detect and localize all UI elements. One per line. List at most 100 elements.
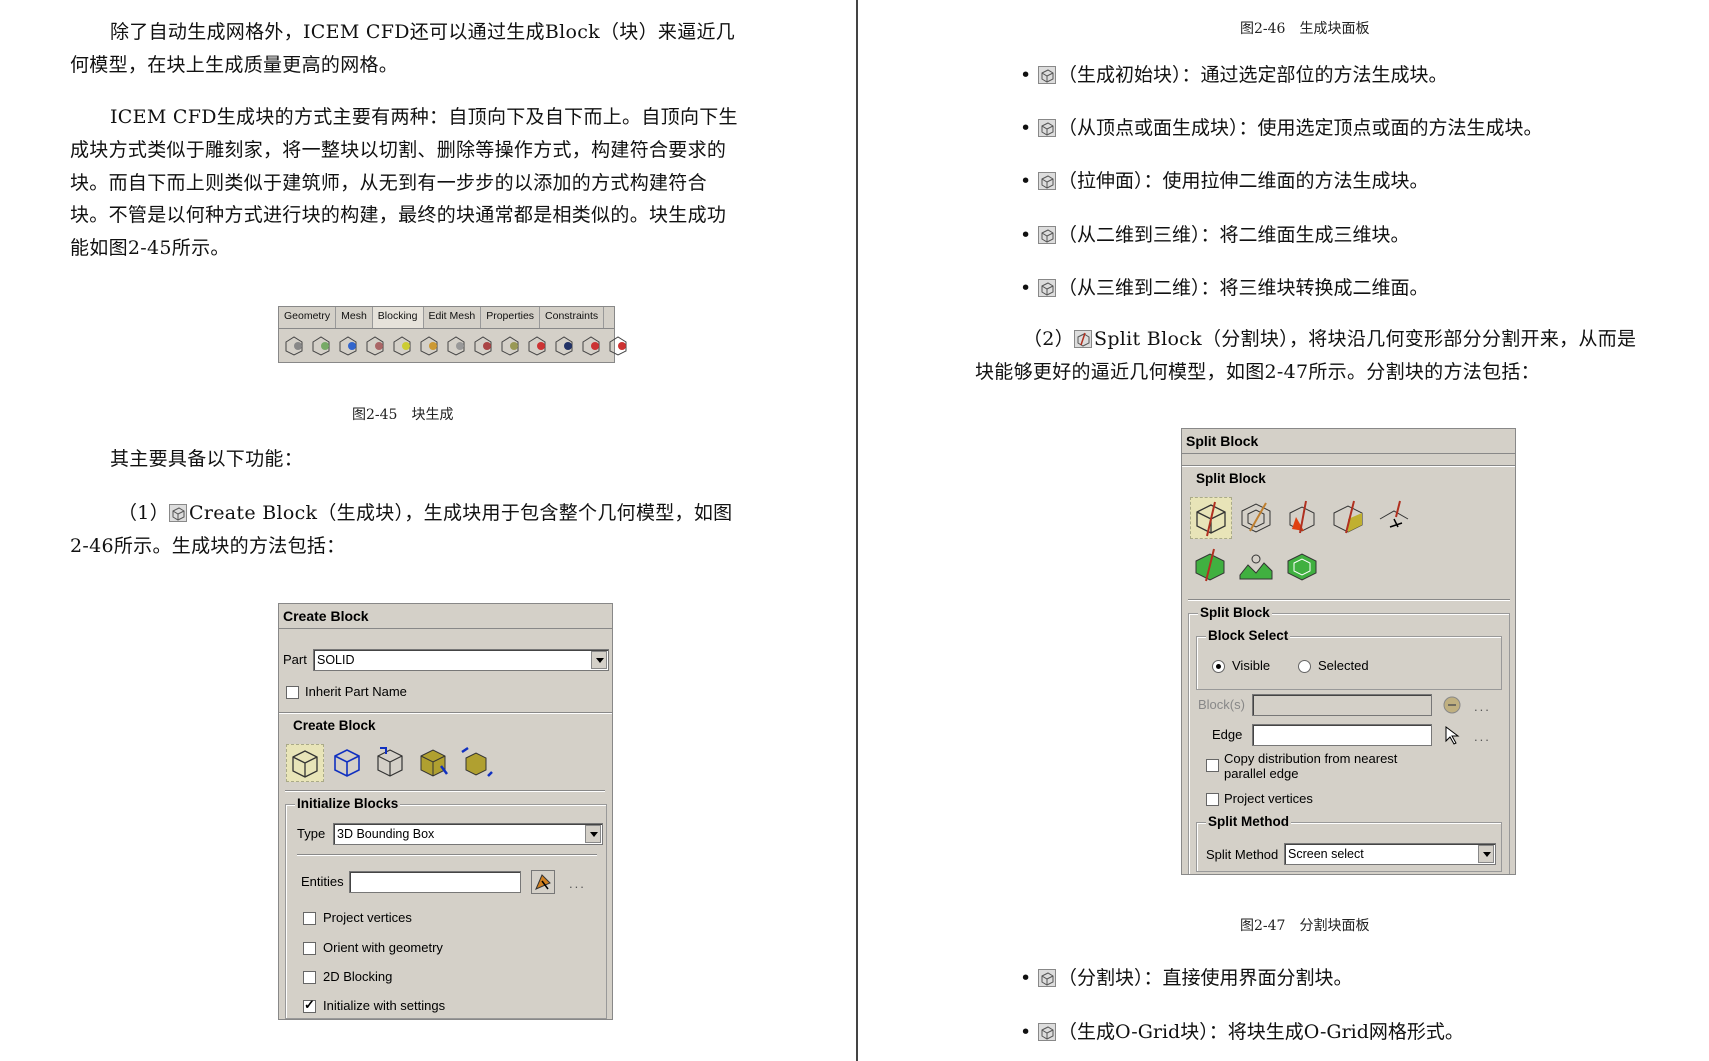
bullet-dot: •: [1020, 64, 1032, 86]
split-method-select[interactable]: Screen select: [1284, 843, 1496, 865]
tab-constraints[interactable]: Constraints: [540, 307, 605, 328]
list-item: • （从二维到三维）：将二维面生成三维块。: [1020, 221, 1410, 249]
project-vertices-label: Project vertices: [1224, 791, 1313, 806]
split-block-panel: Split Block Split Block Split Block Bloc…: [1181, 428, 1516, 875]
paragraph-methods: ICEM CFD生成块的方式主要有两种：自顶向下及自下而上。自顶向下生成块方式类…: [70, 106, 738, 260]
paragraph-create-block: （1） Create Block（生成块），生成块用于包含整个几何模型，如图2-4…: [70, 497, 745, 562]
tab-mesh[interactable]: Mesh: [336, 307, 373, 328]
blocks-input: [1252, 694, 1432, 716]
select-entities-icon[interactable]: [531, 870, 555, 894]
ogrid-edges-button[interactable]: [1236, 545, 1278, 587]
tab-geometry[interactable]: Geometry: [279, 307, 337, 328]
2d-blocking-label: 2D Blocking: [323, 969, 393, 984]
copy-distribution-label: Copy distribution from nearest parallel …: [1224, 751, 1398, 781]
create-block-group-title: Create Block: [291, 718, 378, 733]
transform-icon[interactable]: [444, 332, 468, 358]
init-settings-checkbox[interactable]: [303, 997, 316, 1013]
part-label: Part: [283, 652, 307, 667]
ogrid-green-button[interactable]: [1190, 545, 1232, 587]
inherit-part-checkbox[interactable]: [286, 686, 299, 699]
select-blocks-icon[interactable]: [1440, 693, 1464, 717]
pre-mesh-icon[interactable]: [552, 332, 576, 358]
more-options[interactable]: ...: [1474, 729, 1491, 744]
edit-block-icon[interactable]: [363, 332, 387, 358]
bullet-text: （生成初始块）：通过选定部位的方法生成块。: [1058, 64, 1448, 86]
extend-split-button[interactable]: [1282, 497, 1324, 539]
premesh-params-icon[interactable]: [498, 332, 522, 358]
paragraph-functions: 其主要具备以下功能：: [110, 448, 304, 470]
chevron-down-icon[interactable]: [591, 651, 607, 669]
edge-label: Edge: [1212, 727, 1243, 742]
init-settings-label: Initialize with settings: [323, 998, 446, 1013]
bullet-dot: •: [1020, 967, 1032, 989]
orient-geometry-checkbox[interactable]: [303, 942, 316, 955]
initialize-blocks-title: Initialize Blocks: [295, 796, 401, 811]
split-method-label: Split Method: [1206, 847, 1279, 862]
split-method-title: Split Method: [1206, 814, 1291, 829]
type-value: 3D Bounding Box: [337, 827, 435, 841]
edge-input[interactable]: [1252, 724, 1432, 746]
bullet-text: （从顶点或面生成块）：使用选定顶点或面的方法生成块。: [1058, 117, 1543, 139]
visible-label: Visible: [1232, 658, 1271, 673]
tab-blocking[interactable]: Blocking: [372, 307, 424, 328]
list-item: • （生成初始块）：通过选定部位的方法生成块。: [1020, 61, 1448, 89]
quality-icon[interactable]: [525, 332, 549, 358]
split-block-icon[interactable]: [309, 332, 333, 358]
split-free-face-button[interactable]: [1374, 497, 1416, 539]
split-face-button[interactable]: [1328, 497, 1370, 539]
create-block-panel: Create Block Part SOLID Inherit Part Nam…: [278, 603, 613, 1020]
copy-distribution-checkbox[interactable]: [1206, 759, 1219, 772]
part-select[interactable]: SOLID: [313, 649, 609, 671]
type-select[interactable]: 3D Bounding Box: [333, 823, 603, 845]
inherit-part-label: Inherit Part Name: [305, 684, 407, 699]
chevron-down-icon[interactable]: [1478, 845, 1494, 863]
separator: [297, 854, 597, 856]
separator: [279, 712, 612, 714]
chevron-down-icon[interactable]: [585, 825, 601, 843]
entities-input[interactable]: [349, 871, 521, 893]
delete-block-icon[interactable]: [606, 332, 630, 358]
visible-radio[interactable]: [1212, 660, 1225, 673]
move-vertex-icon[interactable]: [417, 332, 441, 358]
project-vertices-checkbox[interactable]: [303, 912, 316, 925]
page-divider: [856, 0, 858, 1061]
function-icon: [1038, 226, 1056, 244]
from-vertices-button[interactable]: [329, 744, 367, 782]
blocking-toolbar: Geometry Mesh Blocking Edit Mesh Properties C…: [278, 306, 627, 363]
bullet-text: （从三维到二维）：将三维块转换成二维面。: [1058, 277, 1429, 299]
tab-edit-mesh[interactable]: Edit Mesh: [424, 307, 482, 328]
list-item: • （从顶点或面生成块）：使用选定顶点或面的方法生成块。: [1020, 114, 1543, 142]
bullet-text: （生成O-Grid块）：将块生成O-Grid网格形式。: [1058, 1021, 1464, 1043]
3d-to-2d-button[interactable]: [458, 744, 496, 782]
vertex-icon[interactable]: [336, 332, 360, 358]
create-block-icon: [169, 504, 187, 522]
split-block-group-title: Split Block: [1194, 471, 1268, 486]
ogrid-face-button[interactable]: [1282, 545, 1324, 587]
split-block-button[interactable]: [1190, 497, 1232, 539]
check-blocks-icon[interactable]: [579, 332, 603, 358]
toolbar-tabs: Geometry Mesh Blocking Edit Mesh Properties C…: [279, 307, 614, 329]
bullet-dot: •: [1020, 224, 1032, 246]
more-options[interactable]: ...: [1474, 699, 1491, 714]
extrude-face-button[interactable]: [372, 744, 410, 782]
orient-geometry-label: Orient with geometry: [323, 940, 443, 955]
selected-radio[interactable]: [1298, 660, 1311, 673]
bullet-dot: •: [1020, 170, 1032, 192]
separator: [1182, 465, 1515, 467]
figure-caption-2-45: 图2-45 块生成: [352, 407, 454, 423]
figure-caption-2-47: 图2-47 分割块面板: [1240, 918, 1370, 934]
more-options[interactable]: ...: [569, 876, 586, 891]
project-vertices-label: Project vertices: [323, 910, 412, 925]
initialize-block-button[interactable]: [286, 744, 324, 782]
2d-blocking-checkbox[interactable]: [303, 971, 316, 984]
create-block-icon[interactable]: [282, 332, 306, 358]
select-edge-icon[interactable]: [1440, 723, 1464, 747]
tab-properties[interactable]: Properties: [481, 307, 541, 328]
associate-icon[interactable]: [390, 332, 414, 358]
split-method-value: Screen select: [1288, 847, 1364, 861]
ogrid-button[interactable]: [1236, 497, 1278, 539]
2d-to-3d-button[interactable]: [415, 744, 453, 782]
project-vertices-checkbox[interactable]: [1206, 793, 1219, 806]
entities-label: Entities: [301, 874, 344, 889]
edit-edge-icon[interactable]: [471, 332, 495, 358]
